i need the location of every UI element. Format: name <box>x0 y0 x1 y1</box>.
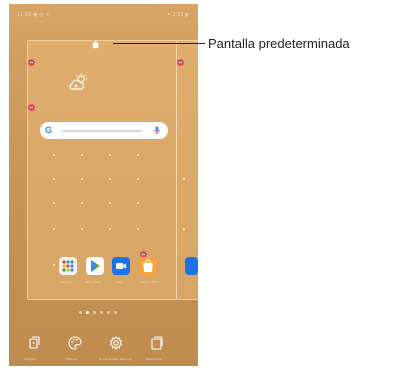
status-bar: 11:02 ◉ ◎ ☼ ✦ 2:55 ▮ <box>9 4 198 20</box>
search-input[interactable] <box>62 130 142 132</box>
google-logo: G <box>45 125 53 135</box>
callout-line <box>113 43 205 44</box>
page-indicator[interactable] <box>79 311 82 314</box>
palette-icon[interactable] <box>66 334 84 352</box>
google-folder-icon[interactable] <box>59 257 77 275</box>
phone-screen: 11:02 ◉ ◎ ☼ ✦ 2:55 ▮ G Google Play Store… <box>9 4 198 366</box>
google-search-widget[interactable]: G <box>40 122 168 139</box>
app-label: Galaxy Store <box>140 280 160 284</box>
page-indicator[interactable] <box>93 311 96 314</box>
play-store-icon[interactable] <box>86 257 104 275</box>
next-page-app-icon <box>185 257 198 275</box>
status-left: 11:02 ◉ ◎ ☼ <box>17 12 50 18</box>
remove-widget-badge[interactable] <box>28 104 35 111</box>
page-indicator-active[interactable] <box>86 311 89 314</box>
status-right: ✦ 2:55 ▮ <box>166 12 188 18</box>
home-icon[interactable] <box>91 40 100 49</box>
app-label: Duo <box>116 280 123 284</box>
remove-widget-badge <box>177 59 184 66</box>
remove-widget-badge[interactable] <box>28 59 35 66</box>
toolbar-label-wallpapers: Wallpapers <box>145 357 162 361</box>
toolbar-label-widgets: Widgets <box>24 357 37 361</box>
weather-add-icon[interactable] <box>66 72 90 92</box>
toolbar-label-settings: Home screen settings <box>99 357 132 361</box>
gear-icon[interactable] <box>107 334 125 352</box>
app-label: Google <box>61 280 72 284</box>
page-indicator[interactable] <box>114 311 117 314</box>
page-indicator[interactable] <box>100 311 103 314</box>
toolbar-label-themes: Themes <box>65 357 77 361</box>
duo-icon[interactable] <box>112 257 130 275</box>
wallpaper-icon[interactable] <box>148 334 166 352</box>
mic-icon[interactable] <box>154 126 160 135</box>
callout-label: Pantalla predeterminada <box>208 36 350 51</box>
app-label: Play Store <box>86 280 102 284</box>
widgets-icon[interactable] <box>25 334 43 352</box>
galaxy-store-icon[interactable] <box>139 257 157 275</box>
page-indicator[interactable] <box>107 311 110 314</box>
